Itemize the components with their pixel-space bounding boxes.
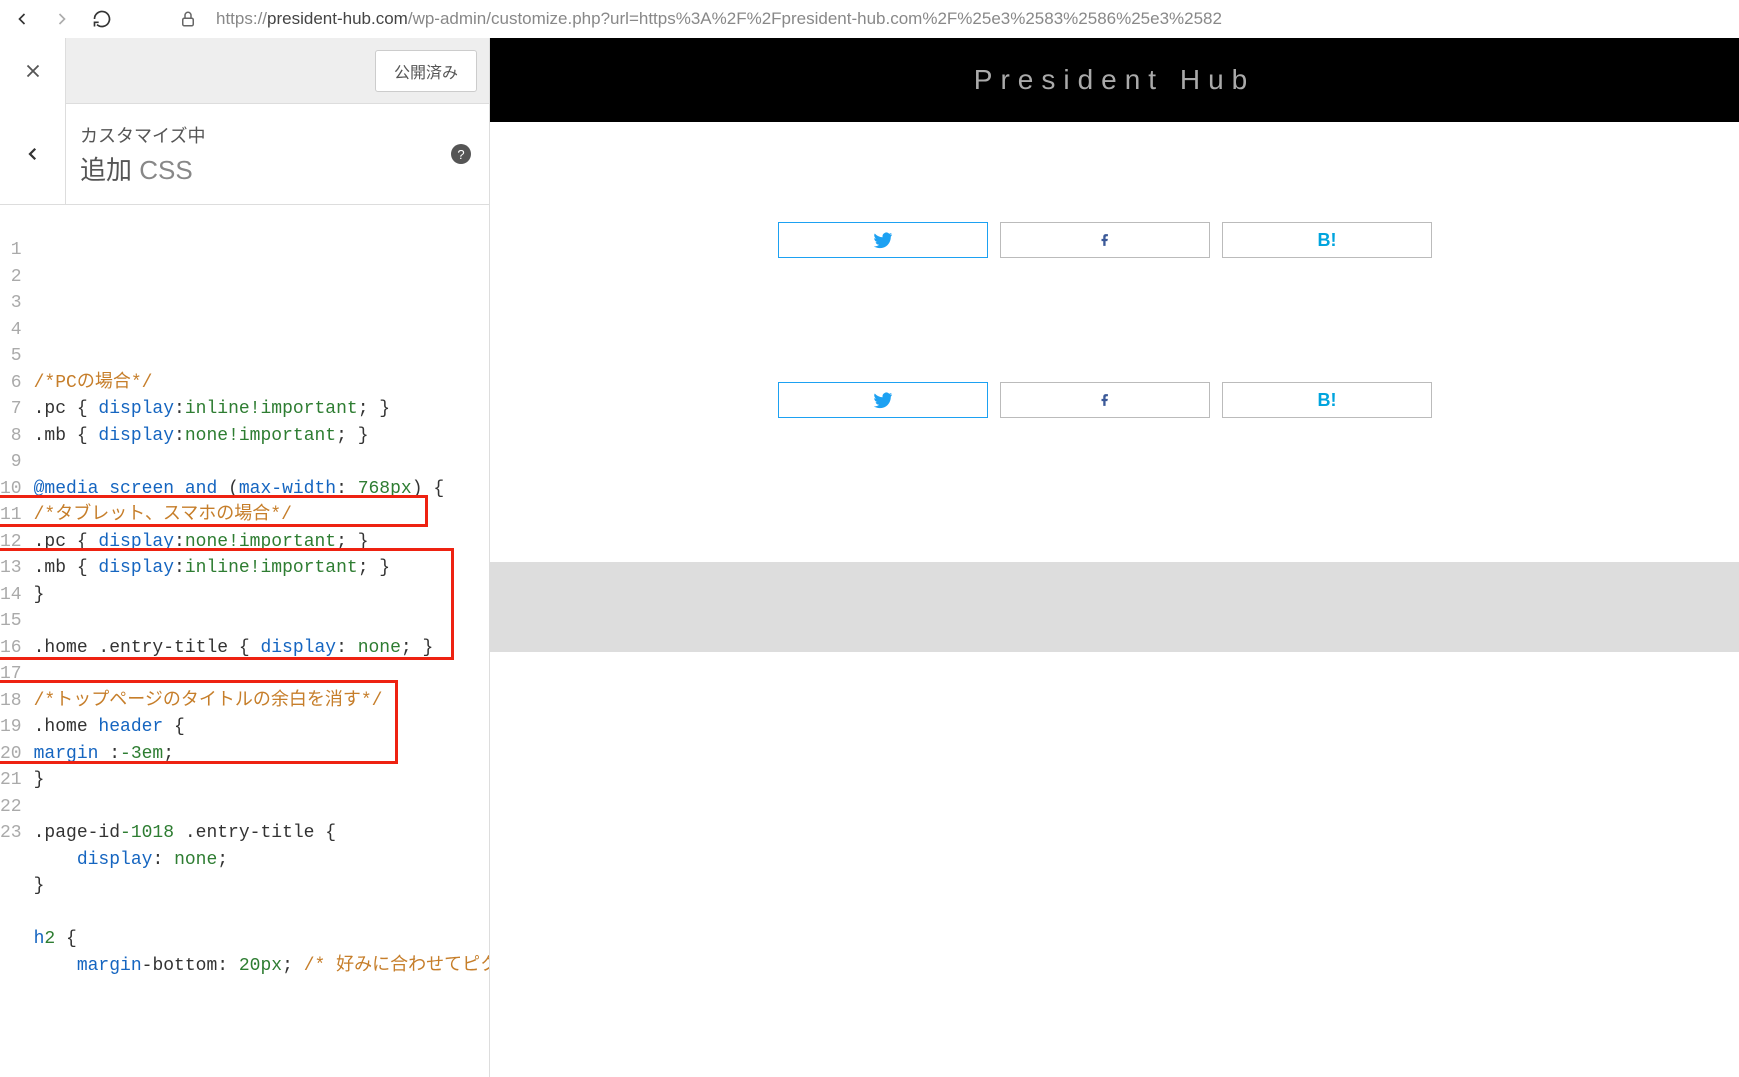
hatena-share-button[interactable]: B!: [1222, 382, 1432, 418]
back-icon[interactable]: [10, 7, 34, 31]
lock-icon[interactable]: [176, 7, 200, 31]
preview-gray-section: [490, 562, 1739, 652]
browser-toolbar: https://president-hub.com/wp-admin/custo…: [0, 0, 1739, 38]
forward-icon[interactable]: [50, 7, 74, 31]
address-bar[interactable]: https://president-hub.com/wp-admin/custo…: [216, 9, 1222, 29]
site-title: President Hub: [974, 64, 1255, 96]
section-back-button[interactable]: [0, 104, 66, 204]
facebook-share-button[interactable]: [1000, 382, 1210, 418]
twitter-share-button[interactable]: [778, 382, 988, 418]
url-host: president-hub.com: [267, 9, 408, 28]
url-prefix: https://: [216, 9, 267, 28]
share-row-1: B!: [490, 222, 1739, 258]
publish-button[interactable]: 公開済み: [375, 50, 477, 92]
close-button[interactable]: [0, 38, 66, 104]
twitter-share-button[interactable]: [778, 222, 988, 258]
share-row-2: B!: [490, 382, 1739, 418]
site-header[interactable]: President Hub: [490, 38, 1739, 122]
help-icon[interactable]: ?: [451, 144, 471, 164]
section-title: 追加 CSS: [80, 150, 437, 187]
line-gutter: 1234567891011121314151617181920212223: [0, 233, 28, 1077]
css-editor[interactable]: 1234567891011121314151617181920212223 /*…: [0, 233, 489, 1077]
customizer-sidebar: 公開済み カスタマイズ中 追加 CSS ? 123456789101112131…: [0, 38, 490, 1077]
reload-icon[interactable]: [90, 7, 114, 31]
facebook-share-button[interactable]: [1000, 222, 1210, 258]
code-area[interactable]: /*PCの場合*/.pc { display:inline!important;…: [28, 233, 489, 1077]
url-path: /wp-admin/customize.php?url=https%3A%2F%…: [408, 9, 1222, 28]
hatena-share-button[interactable]: B!: [1222, 222, 1432, 258]
preview-pane: President Hub B!: [490, 38, 1739, 1077]
customizing-label: カスタマイズ中: [80, 122, 437, 148]
